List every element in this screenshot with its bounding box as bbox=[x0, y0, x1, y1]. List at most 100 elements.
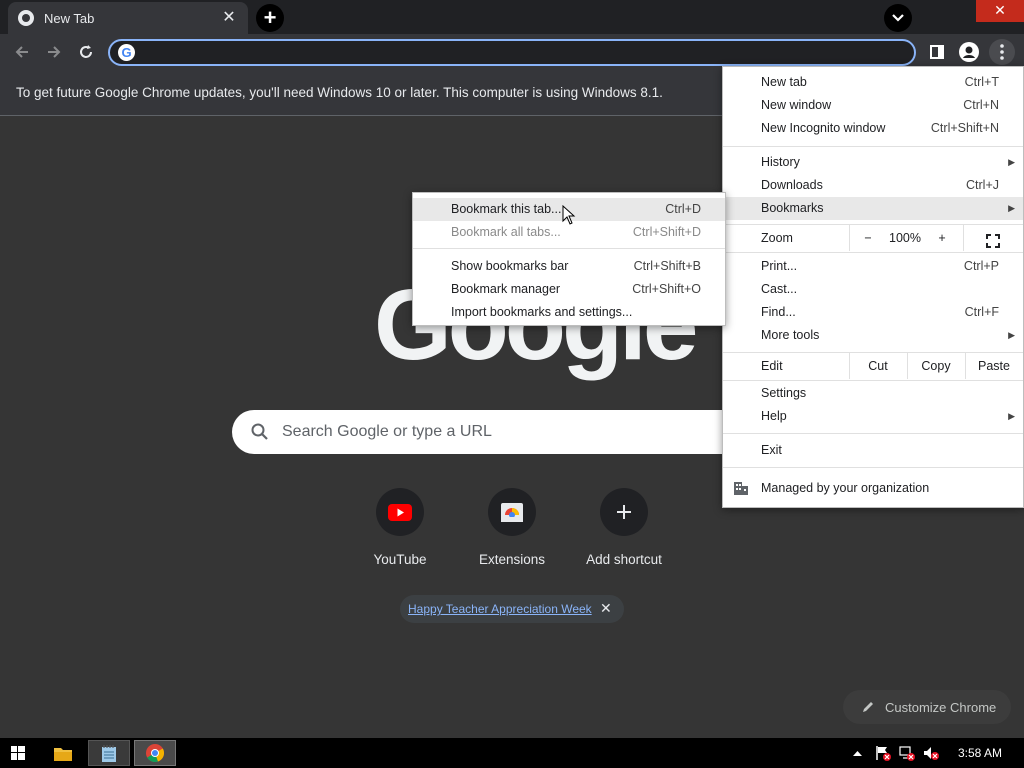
menu-item-label: Bookmarks bbox=[761, 201, 824, 215]
side-panel-icon bbox=[930, 45, 944, 59]
menu-separator bbox=[849, 225, 850, 251]
menu-item-settings[interactable]: Settings bbox=[723, 382, 1023, 405]
menu-item-label: Managed by your organization bbox=[761, 481, 930, 495]
start-button[interactable] bbox=[4, 740, 32, 766]
menu-item-find[interactable]: Find... Ctrl+F bbox=[723, 301, 1023, 324]
submenu-arrow-icon: ▶ bbox=[1008, 203, 1015, 213]
menu-item-shortcut: Ctrl+P bbox=[963, 259, 999, 273]
menu-row-edit: Edit Cut Copy Paste bbox=[723, 353, 1023, 379]
speaker-muted-icon bbox=[924, 747, 939, 760]
menu-item-shortcut: Ctrl+D bbox=[665, 202, 701, 216]
taskbar-file-explorer[interactable] bbox=[46, 740, 80, 766]
menu-item-shortcut: Ctrl+Shift+O bbox=[632, 282, 701, 296]
menu-row-zoom: Zoom − 100% + bbox=[723, 225, 1023, 251]
zoom-out-button[interactable]: − bbox=[855, 225, 881, 251]
tab-new-tab[interactable]: New Tab ✕ bbox=[8, 2, 248, 34]
menu-separator bbox=[413, 248, 725, 249]
tray-action-center[interactable] bbox=[872, 740, 894, 766]
notepad-icon bbox=[102, 744, 116, 762]
tray-network[interactable] bbox=[896, 740, 918, 766]
chevron-up-icon bbox=[852, 751, 862, 756]
menu-item-label: Bookmark all tabs... bbox=[451, 225, 561, 239]
promo-close-icon[interactable]: ✕ bbox=[600, 600, 612, 617]
chrome-menu-button[interactable] bbox=[989, 39, 1015, 65]
menu-item-label: Downloads bbox=[761, 178, 823, 192]
tab-close-icon[interactable]: ✕ bbox=[220, 9, 238, 27]
menu-item-label: Edit bbox=[761, 359, 783, 373]
menu-item-label: Print... bbox=[761, 259, 798, 273]
menu-item-label: Find... bbox=[761, 305, 796, 319]
forward-button[interactable] bbox=[41, 39, 67, 65]
chevron-down-icon bbox=[892, 14, 904, 22]
menu-item-shortcut: Ctrl+Shift+B bbox=[633, 259, 701, 273]
menu-item-bookmark-manager[interactable]: Bookmark manager Ctrl+Shift+O bbox=[413, 278, 725, 301]
menu-item-managed[interactable]: Managed by your organization bbox=[723, 477, 1023, 500]
menu-item-new-window[interactable]: New window Ctrl+N bbox=[723, 94, 1023, 117]
menu-item-downloads[interactable]: Downloads Ctrl+J bbox=[723, 174, 1023, 197]
fullscreen-icon bbox=[986, 234, 1000, 248]
taskbar-notepad[interactable] bbox=[88, 740, 130, 766]
menu-separator bbox=[723, 380, 1023, 381]
shortcut-label: Extensions bbox=[478, 552, 546, 567]
menu-separator bbox=[723, 146, 1023, 147]
submenu-arrow-icon: ▶ bbox=[1008, 330, 1015, 340]
reload-button[interactable] bbox=[73, 39, 99, 65]
chrome-main-menu: New tab Ctrl+T New window Ctrl+N New Incog… bbox=[722, 66, 1024, 508]
arrow-left-icon bbox=[15, 46, 28, 58]
copy-button[interactable]: Copy bbox=[908, 353, 964, 379]
side-panel-button[interactable] bbox=[924, 39, 950, 65]
menu-item-show-bookmarks-bar[interactable]: Show bookmarks bar Ctrl+Shift+B bbox=[413, 255, 725, 278]
menu-item-more-tools[interactable]: More tools ▶ bbox=[723, 324, 1023, 347]
taskbar-chrome[interactable] bbox=[134, 740, 176, 766]
zoom-in-button[interactable]: + bbox=[929, 225, 955, 251]
menu-item-new-incognito[interactable]: New Incognito window Ctrl+Shift+N bbox=[723, 117, 1023, 140]
folder-icon bbox=[54, 747, 72, 761]
paste-button[interactable]: Paste bbox=[966, 353, 1022, 379]
menu-item-print[interactable]: Print... Ctrl+P bbox=[723, 255, 1023, 278]
submenu-arrow-icon: ▶ bbox=[1008, 157, 1015, 167]
taskbar-clock[interactable]: 3:58 AM bbox=[958, 746, 1002, 760]
ntp-promo: Happy Teacher Appreciation Week ✕ bbox=[400, 595, 624, 623]
google-icon: G bbox=[118, 44, 135, 61]
customize-chrome-button[interactable]: Customize Chrome bbox=[843, 690, 1011, 724]
arrow-right-icon bbox=[48, 46, 61, 58]
cut-button[interactable]: Cut bbox=[850, 353, 906, 379]
windows-taskbar: 3:58 AM bbox=[0, 738, 1024, 768]
menu-item-shortcut: Ctrl+Shift+D bbox=[632, 225, 701, 239]
chrome-icon bbox=[18, 10, 34, 26]
shortcut-add[interactable]: Add shortcut bbox=[574, 488, 674, 567]
shortcut-extensions[interactable]: Extensions bbox=[462, 488, 562, 567]
profile-button[interactable] bbox=[956, 39, 982, 65]
menu-item-shortcut: Ctrl+F bbox=[964, 305, 999, 319]
promo-link[interactable]: Happy Teacher Appreciation Week bbox=[408, 602, 592, 616]
shortcut-youtube[interactable]: YouTube bbox=[350, 488, 450, 567]
menu-item-label: Bookmark this tab... bbox=[451, 202, 562, 216]
menu-item-bookmarks[interactable]: Bookmarks ▶ bbox=[723, 197, 1023, 220]
menu-item-import-bookmarks[interactable]: Import bookmarks and settings... bbox=[413, 301, 725, 324]
menu-item-label: Bookmark manager bbox=[451, 282, 561, 296]
three-dots-icon bbox=[1000, 44, 1004, 60]
window-close-button[interactable]: ✕ bbox=[976, 0, 1024, 22]
menu-item-cast[interactable]: Cast... bbox=[723, 278, 1023, 301]
menu-item-label: Import bookmarks and settings... bbox=[451, 305, 633, 319]
tray-overflow-button[interactable] bbox=[850, 740, 864, 766]
fullscreen-button[interactable] bbox=[979, 225, 1007, 251]
new-tab-button[interactable]: + bbox=[256, 4, 284, 32]
menu-item-new-tab[interactable]: New tab Ctrl+T bbox=[723, 71, 1023, 94]
title-bar: New Tab ✕ + ✕ bbox=[0, 0, 1024, 34]
tray-volume[interactable] bbox=[920, 740, 942, 766]
mouse-cursor-icon bbox=[562, 205, 576, 225]
customize-chrome-label: Customize Chrome bbox=[885, 699, 997, 715]
menu-separator bbox=[723, 467, 1023, 468]
flag-icon bbox=[876, 746, 891, 761]
tab-search-button[interactable] bbox=[884, 4, 912, 32]
reload-icon bbox=[80, 45, 92, 58]
address-bar-input[interactable] bbox=[142, 43, 842, 63]
menu-item-history[interactable]: History ▶ bbox=[723, 151, 1023, 174]
ntp-search-input[interactable] bbox=[282, 420, 742, 444]
menu-item-exit[interactable]: Exit bbox=[723, 439, 1023, 462]
back-button[interactable] bbox=[9, 39, 35, 65]
ntp-search-box[interactable] bbox=[232, 410, 792, 454]
menu-item-help[interactable]: Help ▶ bbox=[723, 405, 1023, 428]
omnibox[interactable]: G bbox=[108, 39, 916, 66]
